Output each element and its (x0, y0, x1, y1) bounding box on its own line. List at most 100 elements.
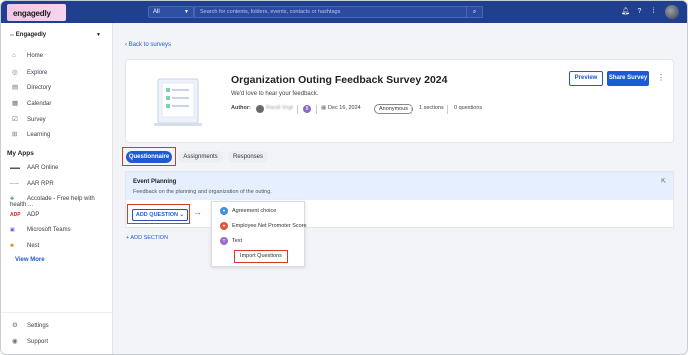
survey-section: Event Planning Feedback on the planning … (125, 171, 674, 228)
search-icon[interactable]: ⌕ (466, 6, 482, 18)
divider (411, 105, 412, 114)
aar-logo-icon: ─·─ (10, 181, 19, 187)
tab-assignments[interactable]: Assignments (178, 151, 223, 163)
section-count: 1 sections (419, 105, 444, 111)
survey-header-card: Organization Outing Feedback Survey 2024… (125, 59, 674, 143)
my-apps-title: My Apps (7, 150, 34, 157)
app-item-microsoft-teams[interactable]: ▣ Microsoft Teams (10, 227, 71, 237)
back-link-label: Back to surveys (128, 42, 172, 48)
sidebar-item-label: Support (27, 339, 49, 345)
bell-icon[interactable]: 🔔︎ (621, 7, 630, 16)
sidebar-item-survey[interactable]: ☑ Survey (12, 115, 46, 125)
divider (1, 312, 113, 313)
sidebar-item-calendar[interactable]: ▦ Calendar (12, 99, 51, 109)
support-icon: ◉ (12, 338, 18, 345)
share-survey-button[interactable]: Share Survey (607, 71, 649, 86)
search-scope-select[interactable]: All ▼ (148, 6, 194, 18)
top-bar: engagedly All ▼ Search for contents, fold… (1, 1, 687, 23)
back-to-surveys-link[interactable]: ‹ Back to surveys (125, 42, 171, 48)
app-label: Nest (27, 243, 40, 249)
org-logo-icon: ▭ (10, 32, 14, 37)
sidebar-item-settings[interactable]: ⚙ Settings (12, 321, 49, 331)
view-more-link[interactable]: View More (15, 257, 45, 263)
tab-responses[interactable]: Responses (228, 151, 268, 163)
avatar[interactable] (665, 5, 679, 19)
question-count: 0 questions (454, 105, 483, 111)
org-name: Engagedly (15, 32, 47, 38)
home-icon: ⌂ (12, 52, 16, 59)
calendar-icon: ▦ (12, 100, 19, 107)
search-placeholder: Search for contents, folders, events, co… (200, 9, 341, 15)
section-header: Event Planning Feedback on the planning … (126, 172, 673, 200)
survey-subtitle: We'd love to hear your feedback. (231, 91, 319, 97)
apps-grid-icon[interactable]: ⁞ (649, 7, 658, 16)
app-label: ADP (27, 212, 40, 218)
survey-date: Dec 16, 2024 (328, 105, 361, 111)
author-name: Randi Vogt (266, 105, 293, 111)
app-window: engagedly All ▼ Search for contents, fold… (0, 0, 688, 355)
explore-icon: ◎ (12, 69, 18, 76)
org-switcher[interactable]: ▭ Engagedly ▼ (10, 32, 101, 38)
aar-logo-icon: ▬▬ (10, 165, 20, 171)
section-title: Event Planning (133, 179, 177, 185)
avatar (256, 105, 264, 113)
sidebar-item-label: Directory (27, 85, 52, 91)
menu-item-label: Agreement choice (232, 208, 277, 214)
sidebar-item-label: Settings (27, 323, 49, 329)
survey-icon: ☑ (12, 116, 18, 123)
info-badge-icon: 8 (303, 105, 311, 113)
learning-icon: ⊞ (12, 131, 18, 138)
app-item-aar-rpr[interactable]: ─·─ AAR RPR (10, 181, 54, 191)
sidebar-item-label: Calendar (27, 101, 52, 107)
directory-icon: ▤ (12, 84, 19, 91)
sidebar-item-explore[interactable]: ◎ Explore (12, 68, 47, 78)
divider (447, 105, 448, 114)
app-item-nest[interactable]: ✺ Nest (10, 243, 39, 253)
chevron-down-icon: ▼ (96, 32, 101, 38)
app-item-accolade[interactable]: ✚ Accolade - Free help with health ... (10, 196, 112, 208)
nps-icon: ● (220, 222, 228, 230)
sidebar-item-support[interactable]: ◉ Support (12, 337, 48, 347)
app-label: AAR Online (27, 165, 59, 171)
logo[interactable]: engagedly (7, 4, 66, 21)
divider (297, 105, 298, 114)
teams-logo-icon: ▣ (10, 227, 15, 233)
agreement-icon: ● (220, 207, 228, 215)
app-label: Microsoft Teams (27, 227, 71, 233)
search-input[interactable]: Search for contents, folders, events, co… (194, 6, 483, 18)
external-link-icon[interactable]: ⇱ (661, 178, 666, 185)
survey-illustration (154, 78, 202, 126)
nest-logo-icon: ✺ (10, 243, 15, 249)
menu-item-label: Text (232, 238, 243, 244)
logo-text: engagedly (13, 9, 51, 18)
app-item-adp[interactable]: ADP ADP (10, 212, 39, 222)
app-label: Accolade - Free help with health ... (10, 196, 95, 208)
app-item-aar-online[interactable]: ▬▬ AAR Online (10, 165, 58, 175)
anonymous-badge: Anonymous (374, 104, 414, 114)
search-scope-value: All (153, 9, 160, 15)
sidebar-item-label: Home (27, 53, 44, 59)
add-section-link[interactable]: + ADD SECTION (126, 235, 168, 241)
sidebar: ▭ Engagedly ▼ ⌂ Home ◎ Explore ▤ Directory ▦… (1, 23, 113, 354)
adp-logo-icon: ADP (10, 212, 21, 218)
sidebar-item-label: Learning (27, 132, 51, 138)
text-icon: T (220, 237, 228, 245)
app-label: AAR RPR (27, 181, 54, 187)
tab-questionnaire[interactable]: Questionnaire (126, 151, 172, 163)
divider (316, 105, 317, 114)
sidebar-item-directory[interactable]: ▤ Directory (12, 83, 51, 93)
menu-item-label: Employee Net Promoter Score (232, 223, 307, 229)
add-question-highlight (127, 204, 190, 224)
survey-title: Organization Outing Feedback Survey 2024 (231, 74, 448, 86)
chevron-down-icon: ▼ (184, 9, 189, 15)
author-label: Author: (231, 105, 251, 111)
more-options-icon[interactable]: ⋮ (657, 73, 665, 82)
sidebar-item-home[interactable]: ⌂ Home (12, 52, 43, 62)
help-icon[interactable]: ? (635, 7, 644, 16)
preview-button[interactable]: Preview (569, 71, 603, 86)
calendar-icon: ▦ (321, 105, 327, 111)
gear-icon: ⚙ (12, 322, 18, 329)
import-questions-button[interactable]: Import Questions (234, 250, 288, 263)
sidebar-item-label: Survey (27, 117, 46, 123)
sidebar-item-learning[interactable]: ⊞ Learning (12, 130, 50, 140)
